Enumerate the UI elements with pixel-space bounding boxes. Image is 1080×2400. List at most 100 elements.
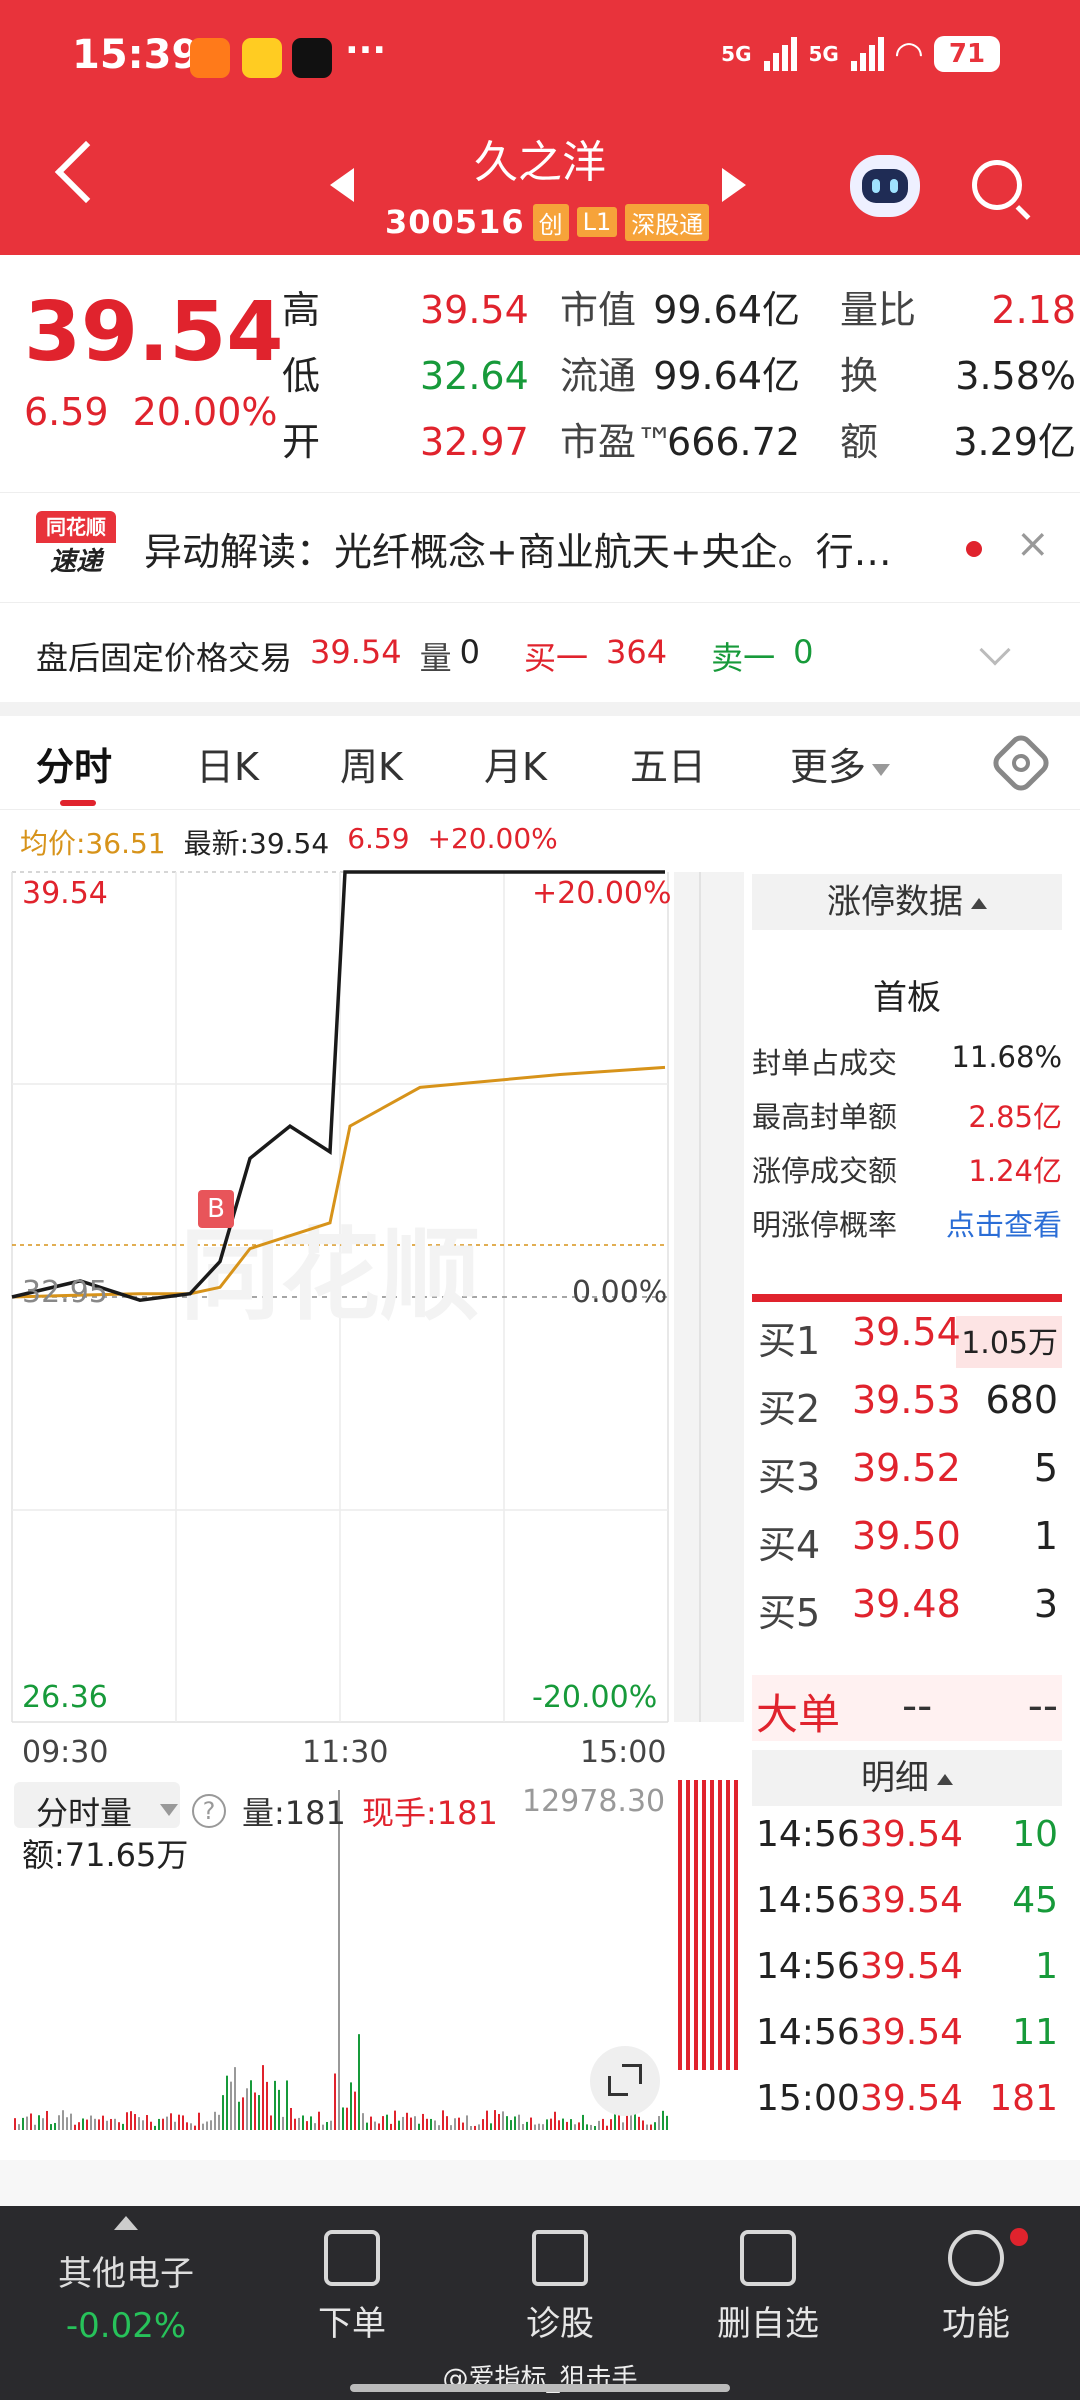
- nav-remove-watchlist[interactable]: 删自选: [668, 2230, 868, 2345]
- volume-bar: [122, 2123, 124, 2130]
- volume-bar: [314, 2123, 316, 2130]
- bid-row-4: 买4 39.50 1: [758, 1514, 1058, 1567]
- volume-bar: [178, 2114, 180, 2130]
- tab-intraday[interactable]: 分时: [36, 736, 112, 791]
- current-hand: 现手:181: [362, 1794, 498, 1832]
- after-hours-price: 39.54: [310, 633, 402, 671]
- volume-bar: [262, 2065, 264, 2130]
- volume-bar: [90, 2115, 92, 2130]
- weibo-notification-icon: [242, 38, 282, 78]
- volume-bar: [126, 2112, 128, 2130]
- volume-bar: [562, 2118, 564, 2130]
- tab-five-day[interactable]: 五日: [630, 736, 706, 791]
- amount-value-label: 额:71.65万: [22, 1836, 189, 1874]
- tab-monthly-k[interactable]: 月K: [484, 736, 547, 791]
- prev-stock-icon[interactable]: [330, 168, 354, 202]
- volume-bar: [130, 2111, 132, 2130]
- volume-bar: [594, 2125, 596, 2130]
- volume-bar: [202, 2123, 204, 2130]
- max-seal-row: 最高封单额 2.85亿: [752, 1100, 1062, 1134]
- volume-bar: [374, 2121, 376, 2130]
- tick-row-2: 14:56 39.54 45: [756, 1880, 1058, 1921]
- float-cap-value: 99.64亿: [653, 354, 800, 398]
- volume-bar: [330, 2120, 332, 2130]
- help-icon[interactable]: ?: [192, 1794, 226, 1828]
- caret-down-icon: [872, 763, 891, 776]
- volume-bar: [150, 2121, 152, 2130]
- alert-bar[interactable]: 同花顺 速递 异动解读：光纤概念+商业航天+央企。行… ×: [0, 492, 1080, 602]
- nav-diagnose[interactable]: 诊股: [460, 2230, 660, 2345]
- limit-probability-row[interactable]: 明涨停概率 点击查看: [752, 1202, 1062, 1242]
- home-indicator[interactable]: [350, 2384, 730, 2392]
- chevron-down-icon[interactable]: [979, 634, 1011, 666]
- tick-row-5: 15:00 39.54 181: [756, 2078, 1058, 2119]
- pct-min-label: -20.00%: [532, 1680, 658, 1715]
- volume-bar: [514, 2116, 516, 2130]
- volume-bar: [190, 2123, 192, 2130]
- volume-bar: [578, 2122, 580, 2130]
- volume-bar: [254, 2092, 256, 2130]
- volume-bar: [446, 2116, 448, 2130]
- volume-bar: [14, 2118, 16, 2130]
- volume-bar: [506, 2116, 508, 2130]
- volume-bar: [394, 2110, 396, 2130]
- search-icon[interactable]: [972, 160, 1022, 210]
- volume-bar: [62, 2110, 64, 2130]
- open-value: 32.97: [420, 420, 529, 464]
- volume-bar: [550, 2118, 552, 2130]
- tab-more[interactable]: 更多: [790, 736, 891, 791]
- tab-weekly-k[interactable]: 周K: [340, 736, 403, 791]
- volume-bar: [134, 2114, 136, 2130]
- volume-bar: [558, 2120, 560, 2130]
- volume-bar: [350, 2082, 352, 2130]
- volume-bar: [526, 2121, 528, 2130]
- volume-bar: [114, 2118, 116, 2130]
- volume-bar: [534, 2124, 536, 2130]
- volume-bar: [430, 2118, 432, 2130]
- nav-functions[interactable]: 功能: [876, 2230, 1076, 2345]
- volume-bar: [286, 2080, 288, 2130]
- volume-bar: [650, 2124, 652, 2130]
- volume-bar: [58, 2115, 60, 2130]
- volume-bar: [118, 2122, 120, 2130]
- volume-bar: [74, 2124, 76, 2130]
- volume-bar: [318, 2111, 320, 2130]
- next-stock-icon[interactable]: [722, 168, 746, 202]
- nav-order[interactable]: 下单: [252, 2230, 452, 2345]
- volume-bar: [466, 2115, 468, 2130]
- buy-marker[interactable]: B: [198, 1190, 234, 1228]
- fullscreen-icon[interactable]: [590, 2046, 660, 2116]
- tick-row-4: 14:56 39.54 11: [756, 2012, 1058, 2053]
- latest-change: 6.59: [347, 822, 410, 855]
- volume-bar: [274, 2080, 276, 2130]
- volume-bar: [78, 2122, 80, 2130]
- big-order-row[interactable]: 大单 -- --: [752, 1675, 1062, 1741]
- volume-bar: [614, 2113, 616, 2130]
- app-notification-icon: [190, 38, 230, 78]
- volume-bar: [410, 2117, 412, 2130]
- tab-daily-k[interactable]: 日K: [196, 736, 259, 791]
- sell1-value: 0: [793, 633, 814, 671]
- turnover-value: 3.58%: [955, 354, 1076, 398]
- volume-bar: [70, 2113, 72, 2130]
- pe-value: 666.72: [667, 420, 800, 464]
- network-type-2: 5G: [808, 42, 839, 66]
- close-icon[interactable]: ×: [1016, 521, 1050, 567]
- detail-header[interactable]: 明细: [752, 1750, 1062, 1806]
- ai-assistant-icon[interactable]: [850, 155, 920, 217]
- volume-bar: [458, 2117, 460, 2130]
- caret-up-icon: [971, 898, 987, 909]
- volume-bar: [402, 2116, 404, 2130]
- volume-value: 量:181: [242, 1794, 346, 1832]
- volume-bar: [162, 2118, 164, 2130]
- volume-bar: [366, 2122, 368, 2130]
- volume-selector-label[interactable]: 分时量: [36, 1788, 132, 1834]
- sector-name[interactable]: 其他电子: [26, 2246, 226, 2295]
- volume-bar: [278, 2089, 280, 2130]
- after-hours-bar[interactable]: 盘后固定价格交易 39.54 量 0 买一 364 卖一 0: [0, 602, 1080, 702]
- alert-text[interactable]: 异动解读：光纤概念+商业航天+央企。行…: [144, 521, 944, 576]
- limit-data-header[interactable]: 涨停数据: [752, 874, 1062, 930]
- volume-bar: [470, 2125, 472, 2130]
- volume-bar: [22, 2117, 24, 2130]
- volume-bar: [154, 2125, 156, 2130]
